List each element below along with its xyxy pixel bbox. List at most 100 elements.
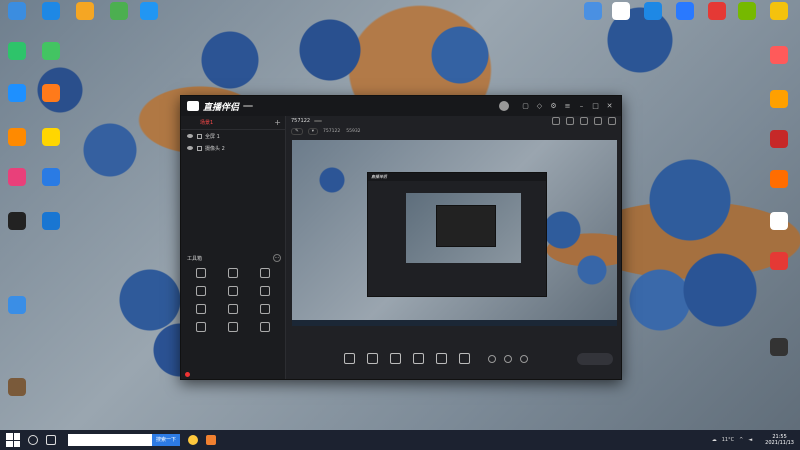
desktop-icon[interactable] xyxy=(764,252,794,286)
tool-item[interactable] xyxy=(249,322,281,334)
desktop-icon[interactable] xyxy=(702,2,732,36)
control-button[interactable] xyxy=(459,352,470,366)
desktop-icon[interactable] xyxy=(764,338,794,372)
desktop-icon[interactable] xyxy=(764,130,794,164)
screen-icon[interactable] xyxy=(580,117,588,125)
tool-item[interactable] xyxy=(185,286,217,298)
control-button[interactable] xyxy=(367,352,378,366)
desktop-icon[interactable] xyxy=(36,212,66,246)
tool-item[interactable] xyxy=(185,322,217,334)
app-titlebar[interactable]: 直播伴侣 ▢ ◇ ⚙ ≡ – □ ✕ xyxy=(181,96,621,116)
desktop-icon[interactable] xyxy=(764,212,794,246)
desktop-icon[interactable] xyxy=(764,46,794,80)
tool-item[interactable] xyxy=(185,268,217,280)
category-pill[interactable]: ✎ xyxy=(291,127,303,135)
control-button[interactable] xyxy=(436,352,447,366)
eye-icon[interactable] xyxy=(187,146,193,150)
room-tag[interactable] xyxy=(314,120,323,122)
desktop-icon[interactable] xyxy=(2,128,32,162)
tool-item[interactable] xyxy=(249,304,281,316)
desktop-icon[interactable] xyxy=(70,2,100,36)
live-companion-taskbar-icon[interactable] xyxy=(206,435,216,445)
tool-item[interactable] xyxy=(249,268,281,280)
close-icon[interactable]: ✕ xyxy=(604,101,615,112)
avatar[interactable] xyxy=(499,101,509,111)
tag-pill[interactable]: ▾ xyxy=(307,127,319,135)
desktop-icon[interactable] xyxy=(2,168,32,202)
tool-item[interactable] xyxy=(249,286,281,298)
desktop-icon[interactable] xyxy=(134,2,164,36)
settings-icon[interactable] xyxy=(520,355,528,363)
app-icon xyxy=(770,2,788,20)
skin-icon[interactable]: ◇ xyxy=(534,101,545,112)
search-input[interactable] xyxy=(68,434,152,446)
windows-start-icon[interactable] xyxy=(6,433,20,447)
search-icon[interactable] xyxy=(28,435,38,445)
control-button[interactable] xyxy=(344,352,355,366)
eye-icon[interactable] xyxy=(187,134,193,138)
desktop-icon[interactable] xyxy=(36,2,66,36)
clock[interactable]: 21:55 2021/11/13 xyxy=(760,434,794,446)
desktop-icon[interactable] xyxy=(670,2,700,36)
lock-icon[interactable] xyxy=(566,117,574,125)
mic-icon[interactable] xyxy=(504,355,512,363)
desktop-icon[interactable] xyxy=(2,296,32,330)
desktop-icon[interactable] xyxy=(764,90,794,124)
control-button[interactable] xyxy=(413,352,424,366)
desktop-icon[interactable] xyxy=(2,2,32,36)
tool-item[interactable] xyxy=(185,304,217,316)
tab-scene-1[interactable]: 场景1 xyxy=(200,119,213,126)
desktop-icon[interactable] xyxy=(578,2,608,36)
search-button[interactable]: 搜索一下 xyxy=(152,434,180,446)
settings-icon[interactable]: ⚙ xyxy=(548,101,559,112)
tool-item[interactable] xyxy=(217,268,249,280)
scene-item-fullscreen[interactable]: 全屏 1 xyxy=(181,130,285,142)
tool-item[interactable] xyxy=(217,304,249,316)
message-icon[interactable]: ▢ xyxy=(520,101,531,112)
notice-bar[interactable] xyxy=(185,372,193,377)
live-preview[interactable]: 直播伴侣 xyxy=(292,140,617,326)
desktop-icon[interactable] xyxy=(104,2,134,36)
control-icon xyxy=(459,352,470,364)
chevron-up-icon[interactable]: ^ xyxy=(739,437,743,443)
tool-item[interactable] xyxy=(217,286,249,298)
desktop-icon[interactable] xyxy=(606,2,636,36)
version-badge[interactable] xyxy=(243,105,254,107)
tool-icon xyxy=(196,268,206,278)
desktop-icon[interactable] xyxy=(36,42,66,76)
desktop-icon[interactable] xyxy=(732,2,762,36)
desktop-icon[interactable] xyxy=(36,84,66,118)
more-icon[interactable]: ⋯ xyxy=(273,254,281,262)
desktop-icon[interactable] xyxy=(764,2,794,36)
tool-item[interactable] xyxy=(217,322,249,334)
live-companion-window[interactable]: 直播伴侣 ▢ ◇ ⚙ ≡ – □ ✕ 场景1 + 全屏 1 摄像头 2 工具箱 … xyxy=(180,95,622,380)
desktop-icon[interactable] xyxy=(36,168,66,202)
app-icon xyxy=(770,130,788,148)
bell-icon[interactable] xyxy=(594,117,602,125)
weather-text[interactable]: 11°C xyxy=(722,437,734,443)
pinned-app-icon[interactable] xyxy=(188,435,198,445)
share-icon[interactable] xyxy=(608,117,616,125)
gift-icon[interactable] xyxy=(552,117,560,125)
desktop-icon[interactable] xyxy=(2,42,32,76)
maximize-icon[interactable]: □ xyxy=(590,101,601,112)
volume-icon[interactable]: ◄ xyxy=(748,437,752,443)
app-icon xyxy=(42,2,60,20)
desktop-icon[interactable] xyxy=(2,378,32,412)
minimize-icon[interactable]: – xyxy=(576,101,587,112)
desktop-icon[interactable] xyxy=(2,212,32,246)
desktop-icon[interactable] xyxy=(2,84,32,118)
tool-icon xyxy=(228,286,238,296)
menu-icon[interactable]: ≡ xyxy=(562,101,573,112)
add-scene-icon[interactable]: + xyxy=(274,118,281,127)
desktop-icon[interactable] xyxy=(638,2,668,36)
record-icon[interactable] xyxy=(488,355,496,363)
app-icon xyxy=(42,84,60,102)
start-live-button[interactable] xyxy=(577,353,613,365)
app-icon xyxy=(770,252,788,270)
scene-item-camera[interactable]: 摄像头 2 xyxy=(181,142,285,154)
control-button[interactable] xyxy=(390,352,401,366)
desktop-icon[interactable] xyxy=(36,128,66,162)
desktop-icon[interactable] xyxy=(764,170,794,204)
task-view-icon[interactable] xyxy=(46,435,56,445)
